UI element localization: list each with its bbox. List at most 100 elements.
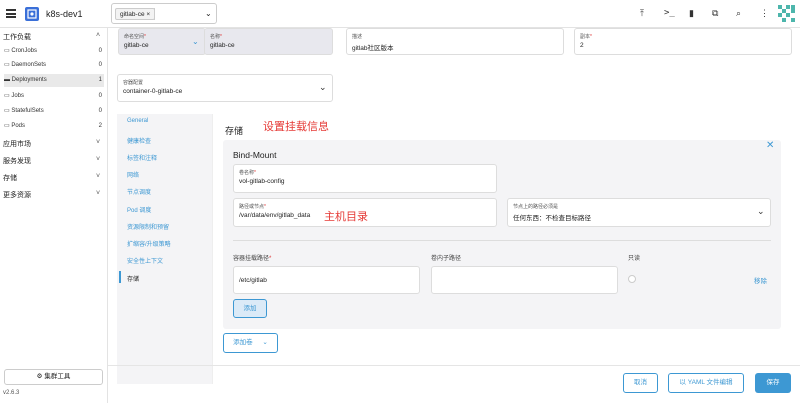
tab-general[interactable]: General — [127, 118, 148, 124]
folder-icon: ▭ — [4, 62, 10, 68]
chevron-down-icon[interactable]: ⌄ — [757, 206, 765, 217]
tab-storage[interactable]: 存储 — [127, 274, 139, 283]
upload-icon[interactable]: ⤒ — [640, 8, 644, 19]
sidebar-group-service-discovery[interactable]: 服务发现 — [3, 156, 31, 166]
user-avatar[interactable] — [778, 5, 795, 22]
tab-pod-scheduling[interactable]: Pod 调度 — [127, 205, 151, 214]
chevron-down-icon: ⌄ — [262, 339, 268, 346]
chevron-down-icon[interactable]: ⌄ — [192, 37, 199, 46]
description-label: 描述 — [352, 34, 363, 40]
chevron-down-icon[interactable]: ˅ — [96, 156, 100, 163]
add-volume-button[interactable]: 添加卷 ⌄ — [223, 333, 278, 353]
replicas-field[interactable]: 副本* 2 — [574, 28, 792, 55]
tab-node-scheduling[interactable]: 节点调度 — [127, 187, 151, 196]
tab-labels-annotations[interactable]: 标签和注释 — [127, 153, 157, 162]
tab-scaling-policy[interactable]: 扩缩容/升级策略 — [127, 239, 171, 248]
path-check-select[interactable]: 节点上的路径必须是 任何东西：不检查目标路径 ⌄ — [507, 198, 771, 227]
host-path-value: /var/data/env/gitlab_data — [239, 212, 311, 219]
close-icon[interactable]: × — [146, 11, 150, 18]
shell-icon[interactable]: >_ — [664, 8, 675, 18]
sidebar-group-more-resources[interactable]: 更多资源 — [3, 190, 31, 200]
save-button[interactable]: 保存 — [755, 373, 791, 393]
folder-icon: ▭ — [4, 93, 10, 99]
replicas-label: 副本* — [580, 34, 592, 40]
chevron-down-icon[interactable]: ⌄ — [205, 9, 212, 18]
search-icon[interactable]: ⌕ — [736, 8, 741, 19]
section-title: 存储 — [225, 126, 244, 136]
sidebar-item-daemonsets[interactable]: ▭ DaemonSets 0 — [4, 59, 104, 72]
sidebar-item-count: 2 — [98, 123, 102, 129]
more-vertical-icon[interactable]: ⋮ — [760, 8, 769, 19]
name-field: 名称* gitlab-ce — [204, 28, 333, 55]
tab-security-context[interactable]: 安全性上下文 — [127, 256, 163, 265]
cluster-tools-label: 集群工具 — [44, 373, 71, 380]
annotation-title: 设置挂载信息 — [263, 121, 329, 133]
sidebar-item-label: Jobs — [11, 93, 25, 99]
sidebar-item-count: 0 — [98, 62, 102, 68]
namespace-field[interactable]: 命名空间* gitlab-ce ⌄ — [118, 28, 206, 55]
chevron-up-icon[interactable]: ˄ — [96, 32, 100, 39]
namespace-label: 命名空间* — [124, 34, 146, 40]
folder-icon: ▭ — [4, 123, 10, 129]
container-select[interactable]: 容器配置 container-0-gitlab-ce ⌄ — [117, 74, 333, 102]
active-tab-indicator — [119, 271, 121, 283]
volume-name-label: 卷名称* — [239, 170, 256, 176]
add-button[interactable]: 添加 — [233, 299, 267, 318]
read-only-checkbox[interactable] — [628, 275, 636, 283]
version-label: v2.6.3 — [3, 390, 20, 396]
sidebar: 工作负载 ˄ ▭ CronJobs 0 ▭ DaemonSets 0 ▬ Deplo… — [0, 28, 108, 403]
sidebar-group-storage[interactable]: 存储 — [3, 173, 17, 183]
path-check-value: 任何东西：不检查目标路径 — [513, 215, 591, 222]
sidebar-item-jobs[interactable]: ▭ Jobs 0 — [4, 90, 104, 103]
sidebar-item-pods[interactable]: ▭ Pods 2 — [4, 120, 104, 133]
name-label: 名称* — [210, 34, 222, 40]
namespace-filter[interactable]: gitlab-ce × ⌄ — [111, 3, 217, 24]
path-check-label: 节点上的路径必须是 — [513, 204, 559, 210]
tab-network[interactable]: 网络 — [127, 170, 139, 179]
close-icon[interactable]: ✕ — [766, 140, 774, 151]
sidebar-item-cronjobs[interactable]: ▭ CronJobs 0 — [4, 45, 104, 58]
mount-path-value: /etc/gitlab — [239, 277, 267, 284]
tab-resources[interactable]: 资源限制和预留 — [127, 222, 169, 231]
sidebar-group-app-market[interactable]: 应用市场 — [3, 139, 31, 149]
sidebar-item-count: 0 — [98, 108, 102, 114]
sidebar-item-label: DaemonSets — [11, 62, 47, 68]
copy-icon[interactable]: ⧉ — [712, 8, 718, 19]
namespace-tag: gitlab-ce × — [115, 8, 156, 20]
description-value: gitlab社区版本 — [352, 45, 394, 52]
sidebar-item-count: 1 — [98, 77, 102, 83]
divider — [154, 8, 155, 20]
gear-icon: ⚙ — [36, 373, 43, 380]
cluster-tools-button[interactable]: ⚙ 集群工具 — [4, 369, 103, 385]
file-icon[interactable]: ▮ — [689, 8, 694, 19]
chevron-down-icon[interactable]: ⌄ — [319, 82, 327, 93]
sidebar-item-label: Pods — [11, 123, 26, 129]
chevron-down-icon[interactable]: ˅ — [96, 139, 100, 146]
remove-link[interactable]: 移除 — [754, 275, 767, 285]
namespace-value: gitlab-ce — [124, 42, 149, 49]
menu-icon[interactable] — [6, 9, 16, 18]
sidebar-item-count: 0 — [98, 93, 102, 99]
sidebar-item-deployments[interactable]: ▬ Deployments 1 — [4, 74, 104, 87]
namespace-tag-label: gitlab-ce — [120, 11, 145, 18]
chevron-down-icon[interactable]: ˅ — [96, 190, 100, 197]
tab-health-check[interactable]: 健康检查 — [127, 136, 151, 145]
volume-name-value: vol-gitlab-config — [239, 178, 285, 185]
volume-name-field[interactable]: 卷名称* vol-gitlab-config — [233, 164, 497, 193]
edit-yaml-button[interactable]: 以 YAML 文件编辑 — [668, 373, 744, 393]
folder-icon: ▭ — [4, 48, 10, 54]
sub-path-input[interactable] — [431, 266, 618, 294]
folder-icon: ▭ — [4, 108, 10, 114]
cancel-button[interactable]: 取消 — [623, 373, 658, 393]
sidebar-group-workload[interactable]: 工作负载 — [3, 32, 31, 42]
description-field[interactable]: 描述 gitlab社区版本 — [346, 28, 564, 55]
host-path-label: 路径或节点* — [239, 204, 266, 210]
mount-path-input[interactable]: /etc/gitlab — [233, 266, 420, 294]
sidebar-item-label: CronJobs — [11, 48, 38, 54]
annotation-host: 主机目录 — [324, 211, 368, 223]
name-value: gitlab-ce — [210, 42, 235, 49]
chevron-down-icon[interactable]: ˅ — [96, 173, 100, 180]
sidebar-item-count: 0 — [98, 48, 102, 54]
sidebar-item-statefulsets[interactable]: ▭ StatefulSets 0 — [4, 105, 104, 118]
cluster-logo — [25, 7, 39, 21]
